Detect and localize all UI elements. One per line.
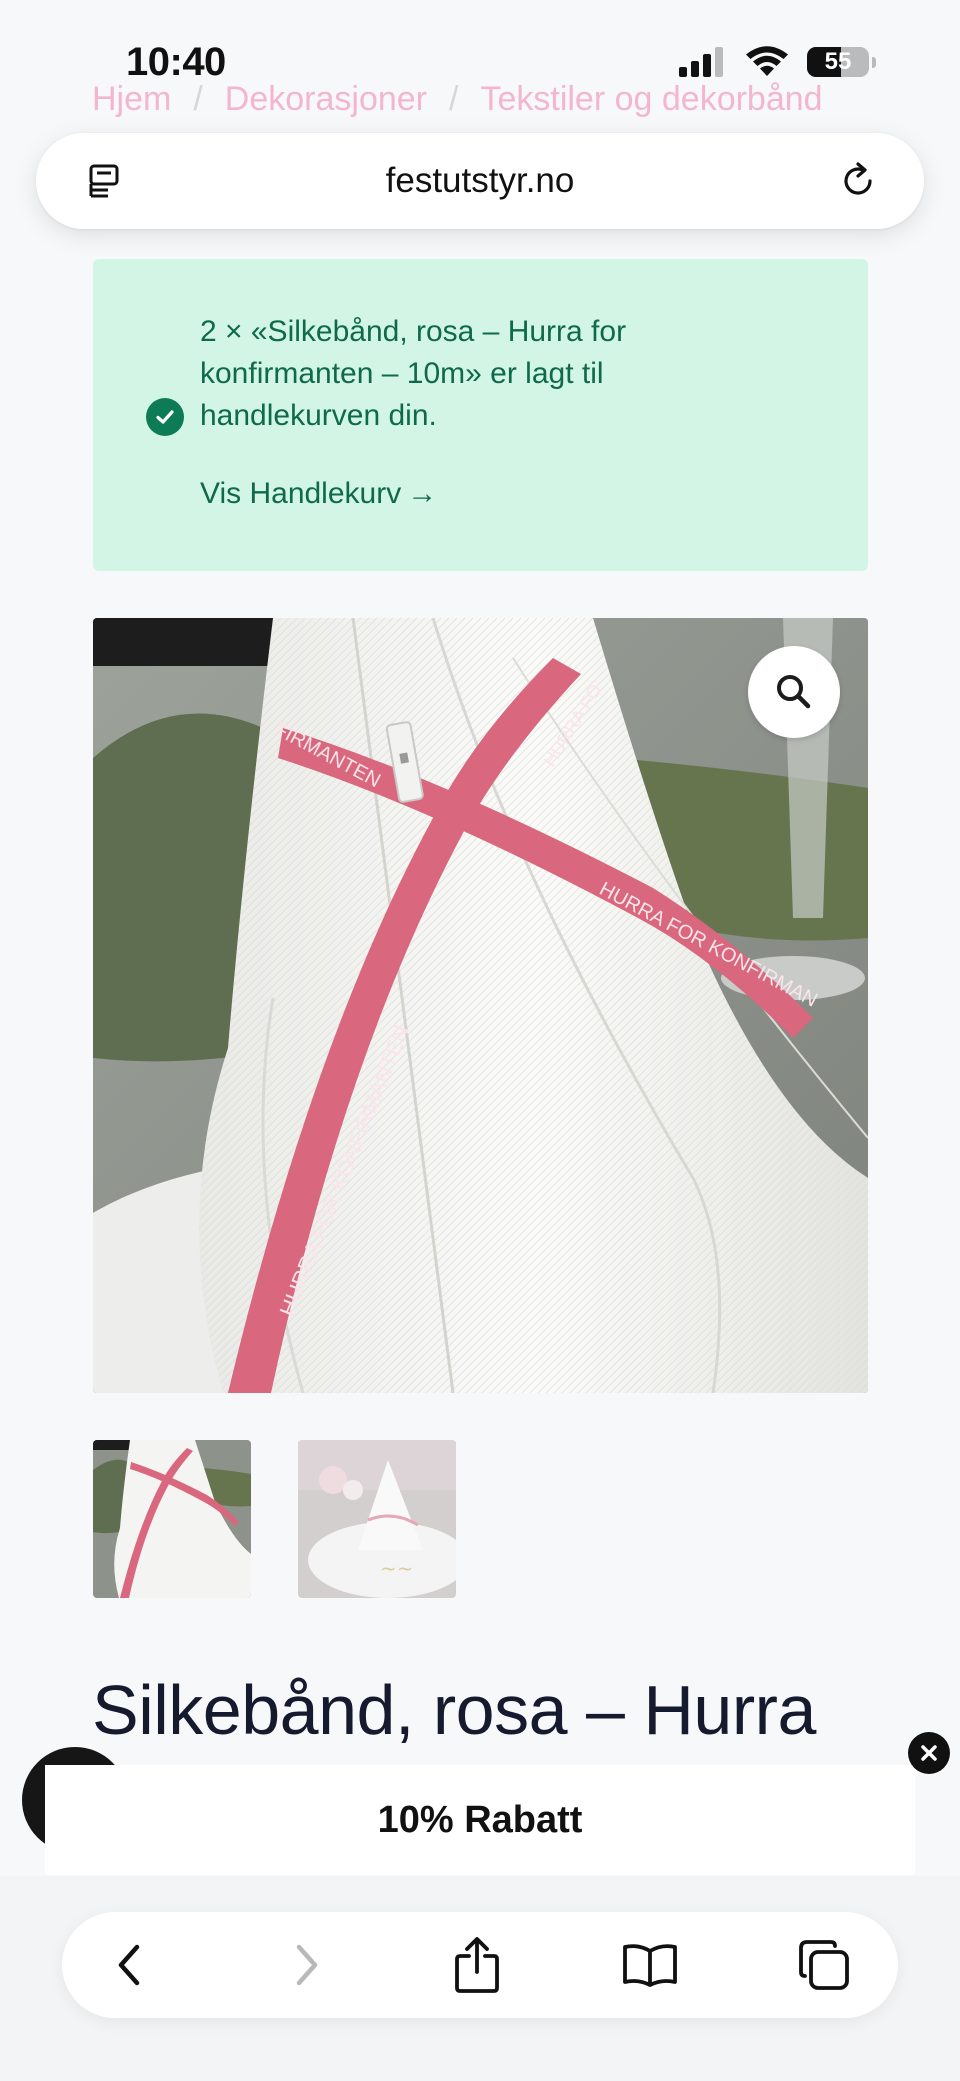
battery-cap: [872, 56, 876, 68]
breadcrumb-separator: /: [193, 80, 203, 118]
notice-message: 2 × «Silkebånd, rosa – Hurra for konfirm…: [200, 315, 627, 432]
thumbnail-image: [93, 1440, 251, 1598]
check-circle-icon: [146, 398, 184, 436]
discount-banner[interactable]: 10% Rabatt: [45, 1765, 915, 1875]
tabs-button[interactable]: [792, 1933, 856, 1997]
tabs-icon: [799, 1940, 849, 1990]
breadcrumb-separator: /: [449, 80, 459, 118]
close-discount-button[interactable]: [908, 1732, 950, 1774]
view-cart-label[interactable]: Vis Handlekurv: [200, 477, 401, 511]
book-icon: [623, 1944, 677, 1987]
status-icons: 55: [679, 46, 876, 78]
arrow-right-icon: →: [407, 477, 438, 510]
discount-label[interactable]: 10% Rabatt: [378, 1799, 583, 1842]
forward-button[interactable]: [274, 1933, 338, 1997]
product-thumbnail[interactable]: [93, 1440, 251, 1598]
breadcrumb: Hjem / Dekorasjoner / Tekstiler og dekor…: [92, 80, 823, 119]
search-icon: [777, 675, 811, 709]
signal-icon: [679, 47, 723, 77]
zoom-button[interactable]: [748, 646, 840, 738]
browser-toolbar: [62, 1912, 898, 2018]
product-title: Silkebånd, rosa – Hurra: [92, 1671, 816, 1749]
chevron-right-icon: [296, 1944, 318, 1986]
url-bar[interactable]: festutstyr.no: [36, 133, 924, 229]
close-icon: [921, 1745, 937, 1761]
breadcrumb-decorations[interactable]: Dekorasjoner: [225, 80, 427, 119]
breadcrumb-home[interactable]: Hjem: [92, 80, 171, 119]
back-button[interactable]: [98, 1933, 162, 1997]
view-cart-link[interactable]: Vis Handlekurv →: [200, 477, 437, 511]
product-photo: FIRMANTEN HURRA FOR KONFIRMAN HURRA FOR …: [93, 618, 868, 1393]
battery-percent: 55: [824, 48, 852, 75]
share-icon: [455, 1937, 499, 1993]
product-thumbnail[interactable]: ~~: [298, 1440, 456, 1598]
reload-icon[interactable]: [836, 159, 880, 203]
product-image[interactable]: FIRMANTEN HURRA FOR KONFIRMAN HURRA FOR …: [93, 618, 868, 1393]
wifi-icon: [746, 46, 788, 76]
share-button[interactable]: [445, 1933, 509, 1997]
breadcrumb-textiles[interactable]: Tekstiler og dekorbånd: [480, 80, 822, 119]
bookmarks-button[interactable]: [618, 1933, 682, 1997]
battery-icon: 55: [807, 47, 869, 77]
status-time: 10:40: [126, 40, 226, 84]
reader-icon[interactable]: [86, 161, 126, 201]
svg-text:~~: ~~: [380, 1556, 414, 1580]
cart-notice: 2 × «Silkebånd, rosa – Hurra for konfirm…: [93, 259, 868, 571]
page: 10:40 55 Hjem / Dekorasjoner / Tekstiler…: [0, 0, 960, 2081]
thumbnail-image: ~~: [298, 1440, 456, 1598]
url-text[interactable]: festutstyr.no: [386, 161, 575, 201]
chevron-left-icon: [118, 1944, 140, 1986]
